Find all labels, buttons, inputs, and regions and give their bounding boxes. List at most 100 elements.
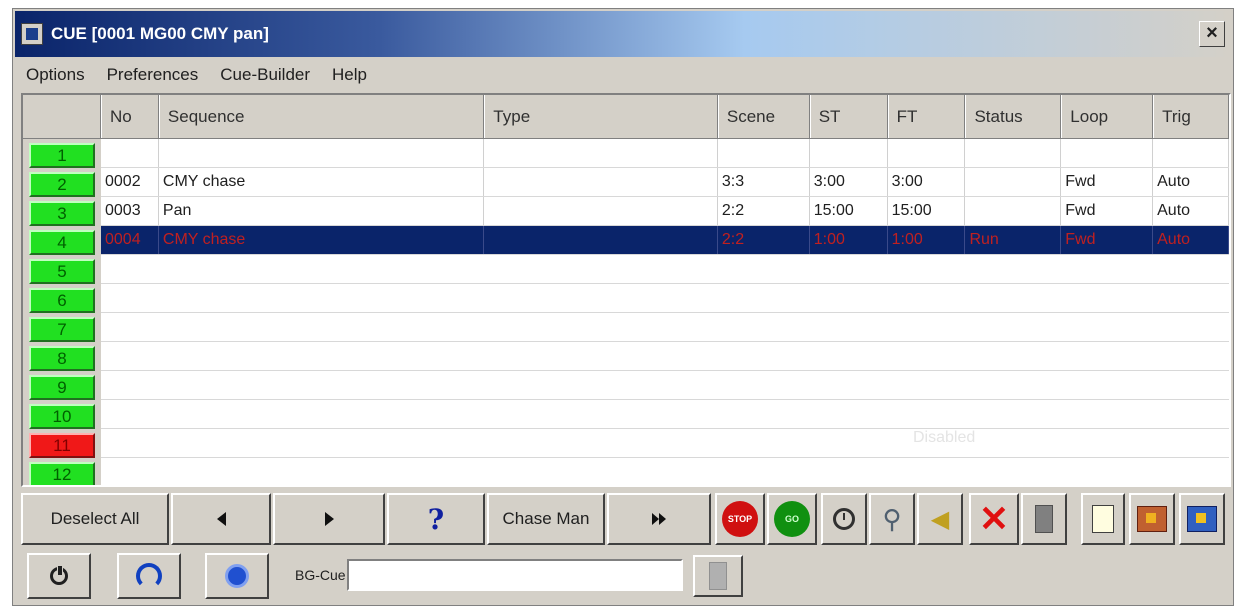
bgcue-clear-button[interactable] <box>693 555 743 597</box>
table-row[interactable] <box>101 429 1229 458</box>
cue-button-12[interactable]: 12 <box>29 462 95 485</box>
grid-corner <box>23 95 101 139</box>
cell-status <box>965 197 1062 225</box>
cell-st: 1:00 <box>810 226 888 254</box>
save-folder-icon <box>1187 506 1217 532</box>
col-header-ft[interactable]: FT <box>887 95 966 138</box>
cue-button-8[interactable]: 8 <box>29 346 95 371</box>
cell-st: 3:00 <box>810 168 888 196</box>
cell-trig: Auto <box>1153 168 1229 196</box>
cell-st: 15:00 <box>810 197 888 225</box>
go-button[interactable]: GO <box>767 493 817 545</box>
save-button[interactable] <box>1179 493 1225 545</box>
stop-icon: STOP <box>722 501 758 537</box>
close-button[interactable]: × <box>1199 21 1225 47</box>
col-header-scene[interactable]: Scene <box>717 95 810 138</box>
target-icon <box>225 564 249 588</box>
cue-button-10[interactable]: 10 <box>29 404 95 429</box>
col-header-trig[interactable]: Trig <box>1153 95 1229 138</box>
cell-loop <box>1061 139 1154 167</box>
trash-icon <box>1035 505 1053 533</box>
table-row[interactable]: 0002 CMY chase 3:3 3:00 3:00 Fwd Auto <box>101 168 1229 197</box>
cue-button-6[interactable]: 6 <box>29 288 95 313</box>
col-header-loop[interactable]: Loop <box>1061 95 1154 138</box>
cell-sequence: Pan <box>159 197 485 225</box>
cue-button-11[interactable]: 11 <box>29 433 95 458</box>
fast-forward-button[interactable] <box>607 493 711 545</box>
open-button[interactable] <box>1129 493 1175 545</box>
table-row[interactable] <box>101 400 1229 429</box>
new-document-icon <box>1092 505 1114 533</box>
speaker-icon: ◀ <box>930 505 950 533</box>
cell-loop: Fwd <box>1061 168 1154 196</box>
col-header-no[interactable]: No <box>101 95 159 138</box>
table-row[interactable] <box>101 139 1229 168</box>
cell-status <box>965 168 1062 196</box>
stop-button[interactable]: STOP <box>715 493 765 545</box>
sound-button[interactable]: ◀ <box>917 493 963 545</box>
cue-button-2[interactable]: 2 <box>29 172 95 197</box>
cell-scene: 2:2 <box>718 226 810 254</box>
cue-button-7[interactable]: 7 <box>29 317 95 342</box>
cue-button-4[interactable]: 4 <box>29 230 95 255</box>
cell-status: Run <box>965 226 1062 254</box>
cue-window: CUE [0001 MG00 CMY pan] × Options Prefer… <box>12 8 1234 606</box>
menu-bar: Options Preferences Cue-Builder Help <box>15 61 1231 89</box>
cell-no: 0004 <box>101 226 159 254</box>
help-button[interactable]: ? <box>387 493 485 545</box>
table-row[interactable]: 0003 Pan 2:2 15:00 15:00 Fwd Auto <box>101 197 1229 226</box>
main-toolbar: Deselect All ? Chase Man STOP GO ⚲ ◀ ✕ <box>21 493 1231 549</box>
bottom-toolbar: BG-Cue <box>21 553 1231 601</box>
cue-button-5[interactable]: 5 <box>29 259 95 284</box>
col-header-st[interactable]: ST <box>809 95 888 138</box>
grid-header: No Sequence Type Scene ST FT Status Loop… <box>101 95 1229 139</box>
menu-help[interactable]: Help <box>321 65 378 85</box>
next-button[interactable] <box>273 493 385 545</box>
menu-options[interactable]: Options <box>15 65 96 85</box>
delete-button[interactable]: ✕ <box>969 493 1019 545</box>
col-header-status[interactable]: Status <box>965 95 1062 138</box>
cell-trig <box>1153 139 1229 167</box>
title-bar: CUE [0001 MG00 CMY pan] × <box>15 11 1231 57</box>
table-row[interactable] <box>101 342 1229 371</box>
col-header-sequence[interactable]: Sequence <box>158 95 485 138</box>
table-row-selected[interactable]: 0004 CMY chase 2:2 1:00 1:00 Run Fwd Aut… <box>101 226 1229 255</box>
table-row[interactable] <box>101 284 1229 313</box>
open-folder-icon <box>1137 506 1167 532</box>
table-row[interactable] <box>101 255 1229 284</box>
clock-icon <box>833 508 855 530</box>
cell-ft: 3:00 <box>888 168 966 196</box>
new-button[interactable] <box>1081 493 1125 545</box>
timer-button[interactable] <box>821 493 867 545</box>
previous-button[interactable] <box>171 493 271 545</box>
refresh-button[interactable] <box>117 553 181 599</box>
deselect-all-button[interactable]: Deselect All <box>21 493 169 545</box>
cell-sequence <box>159 139 485 167</box>
menu-cue-builder[interactable]: Cue-Builder <box>209 65 321 85</box>
target-button[interactable] <box>205 553 269 599</box>
power-button[interactable] <box>27 553 91 599</box>
tools-button[interactable]: ⚲ <box>869 493 915 545</box>
cue-button-1[interactable]: 1 <box>29 143 95 168</box>
cell-ft: 15:00 <box>888 197 966 225</box>
cell-no <box>101 139 159 167</box>
table-row[interactable] <box>101 313 1229 342</box>
table-row[interactable] <box>101 371 1229 400</box>
cue-button-column: 1 2 3 4 5 6 7 8 9 10 11 12 <box>23 139 101 485</box>
col-header-type[interactable]: Type <box>484 95 718 138</box>
trash-button[interactable] <box>1021 493 1067 545</box>
bgcue-input[interactable] <box>347 559 683 591</box>
table-row[interactable] <box>101 458 1229 485</box>
cue-button-3[interactable]: 3 <box>29 201 95 226</box>
cell-scene: 3:3 <box>718 168 810 196</box>
cell-type <box>484 168 718 196</box>
chase-man-button[interactable]: Chase Man <box>487 493 605 545</box>
cell-loop: Fwd <box>1061 197 1154 225</box>
cue-grid[interactable]: No Sequence Type Scene ST FT Status Loop… <box>21 93 1231 487</box>
cell-trig: Auto <box>1153 226 1229 254</box>
menu-preferences[interactable]: Preferences <box>96 65 210 85</box>
cell-ft: 1:00 <box>888 226 966 254</box>
disabled-watermark: Disabled <box>913 429 976 446</box>
app-icon[interactable] <box>21 23 43 45</box>
cue-button-9[interactable]: 9 <box>29 375 95 400</box>
